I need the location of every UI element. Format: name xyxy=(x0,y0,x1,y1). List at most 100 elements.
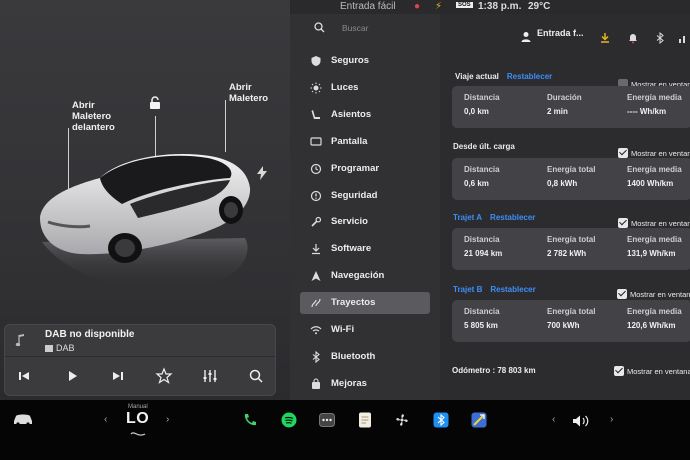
favorite-star-icon[interactable] xyxy=(155,367,173,385)
music-note-icon xyxy=(15,334,24,347)
nav-label: Mejoras xyxy=(331,378,367,389)
stat-label: Energía media xyxy=(627,93,682,102)
stat-value: 21 094 km xyxy=(464,249,503,258)
nav-item-luces[interactable]: Luces xyxy=(300,77,430,99)
media-title: DAB no disponible xyxy=(45,329,135,340)
stat-value: 0,0 km xyxy=(464,107,489,116)
checkbox-checked-icon[interactable] xyxy=(618,148,628,158)
show-in-window-checkbox[interactable]: Mostrar en ventana xyxy=(618,148,690,158)
volume-icon[interactable] xyxy=(572,414,590,428)
nav-item-software[interactable]: Software xyxy=(300,238,430,260)
clock-time: 1:38 p.m. xyxy=(478,1,522,12)
bottom-dock xyxy=(0,400,690,460)
chevron-left-icon[interactable]: ‹ xyxy=(104,414,107,425)
volume-down-chevron[interactable]: ‹ xyxy=(552,414,555,425)
odometer: Odómetro : 78 803 km xyxy=(452,366,536,375)
lightning-icon: ⚡ xyxy=(435,1,443,12)
car-icon[interactable] xyxy=(12,412,34,426)
shield-icon xyxy=(311,56,321,66)
car-panel: Abrir Maletero delantero Abrir Maletero xyxy=(0,0,290,400)
wifi-icon xyxy=(310,326,322,335)
profile-icon[interactable] xyxy=(521,31,531,43)
nav-item-wifi[interactable]: Wi-Fi xyxy=(300,319,430,341)
record-icon: ● xyxy=(414,1,421,12)
stat-label: Distancia xyxy=(464,165,500,174)
nav-item-trayectos[interactable]: Trayectos xyxy=(300,292,430,314)
reset-button[interactable]: Restablecer xyxy=(490,285,535,294)
alert-circle-icon xyxy=(310,190,322,202)
clock-icon xyxy=(310,163,322,175)
show-in-window-checkbox[interactable]: Mostrar en ventana xyxy=(614,366,690,376)
stat-value: 700 kWh xyxy=(547,321,580,330)
notes-icon[interactable] xyxy=(358,412,372,428)
climate-temperature[interactable]: LO xyxy=(126,410,149,428)
media-search-icon[interactable] xyxy=(247,367,265,385)
nav-label: Wi-Fi xyxy=(331,324,355,335)
bluetooth-status-icon[interactable] xyxy=(655,32,665,44)
next-track-icon[interactable] xyxy=(109,367,127,385)
stat-value: ---- Wh/km xyxy=(627,107,667,116)
stat-value: 1400 Wh/km xyxy=(627,179,674,188)
nav-item-navegacion[interactable]: Navegación xyxy=(300,265,430,287)
status-bar: Entrada fácil ● ⚡ SOS 1:38 p.m. 29°C xyxy=(290,0,690,14)
search-input[interactable]: Buscar xyxy=(300,18,440,40)
nav-label: Navegación xyxy=(331,270,385,281)
checkbox-checked-icon[interactable] xyxy=(614,366,624,376)
open-frunk-button[interactable]: Abrir Maletero delantero xyxy=(72,100,115,133)
bluetooth-icon xyxy=(312,351,320,363)
show-in-window-checkbox[interactable]: Mostrar en ventana xyxy=(617,289,690,299)
more-apps-icon[interactable] xyxy=(319,413,335,427)
bluetooth-app-icon[interactable] xyxy=(433,412,449,428)
equalizer-icon[interactable] xyxy=(201,367,219,385)
nav-item-pantalla[interactable]: Pantalla xyxy=(300,131,430,153)
profile-name[interactable]: Entrada f... xyxy=(537,28,584,44)
sos-badge[interactable]: SOS xyxy=(456,2,473,8)
search-icon xyxy=(314,22,325,33)
nav-item-seguridad[interactable]: Seguridad xyxy=(300,185,430,207)
play-icon[interactable] xyxy=(63,367,81,385)
checkbox-checked-icon[interactable] xyxy=(617,289,627,299)
wrench-icon xyxy=(311,216,322,227)
nav-item-asientos[interactable]: Asientos xyxy=(300,104,430,126)
volume-up-chevron[interactable]: › xyxy=(610,414,613,425)
navigation-icon xyxy=(311,271,321,281)
nav-label: Software xyxy=(331,243,372,254)
fan-climate-icon[interactable] xyxy=(394,412,410,428)
nav-item-mejoras[interactable]: Mejoras xyxy=(300,373,430,395)
stat-label: Duración xyxy=(547,93,582,102)
spotify-icon[interactable] xyxy=(281,412,297,428)
reset-button[interactable]: Restablecer xyxy=(507,72,552,81)
stat-value: 2 min xyxy=(547,107,568,116)
chevron-right-icon[interactable]: › xyxy=(166,414,169,425)
since-charge-card: Distancia 0,6 km Energía total 0,8 kWh Ene… xyxy=(452,158,690,200)
nav-label: Luces xyxy=(331,82,359,93)
stat-label: Energía media xyxy=(627,235,682,244)
stat-label: Energía total xyxy=(547,235,596,244)
reset-button[interactable]: Restablecer xyxy=(490,213,535,222)
nav-item-bluetooth[interactable]: Bluetooth xyxy=(300,346,430,368)
open-trunk-button[interactable]: Abrir Maletero xyxy=(229,82,268,104)
stat-value: 131,9 Wh/km xyxy=(627,249,676,258)
bell-icon[interactable] xyxy=(628,32,638,44)
maps-app-icon[interactable] xyxy=(471,412,487,428)
nav-label: Pantalla xyxy=(331,136,368,147)
download-update-icon[interactable] xyxy=(600,32,610,44)
stat-label: Energía media xyxy=(627,307,682,316)
nav-item-servicio[interactable]: Servicio xyxy=(300,211,430,233)
show-in-window-checkbox[interactable]: Mostrar en ventana xyxy=(618,218,690,228)
media-player[interactable]: DAB no disponible DAB xyxy=(4,324,276,396)
stat-value: 120,6 Wh/km xyxy=(627,321,676,330)
phone-icon[interactable] xyxy=(242,412,258,428)
nav-item-seguros[interactable]: Seguros xyxy=(300,50,430,72)
nav-label: Trayectos xyxy=(331,297,376,308)
media-source: DAB xyxy=(45,343,75,353)
checkbox-checked-icon[interactable] xyxy=(618,218,628,228)
stat-value: 0,8 kWh xyxy=(547,179,578,188)
stat-label: Distancia xyxy=(464,307,500,316)
nav-item-programar[interactable]: Programar xyxy=(300,158,430,180)
trip-b-card: Distancia 5 805 km Energía total 700 kWh E… xyxy=(452,300,690,342)
previous-track-icon[interactable] xyxy=(15,367,33,385)
nav-label: Seguridad xyxy=(331,190,378,201)
lock-icon[interactable] xyxy=(148,96,162,110)
search-placeholder: Buscar xyxy=(342,23,369,33)
